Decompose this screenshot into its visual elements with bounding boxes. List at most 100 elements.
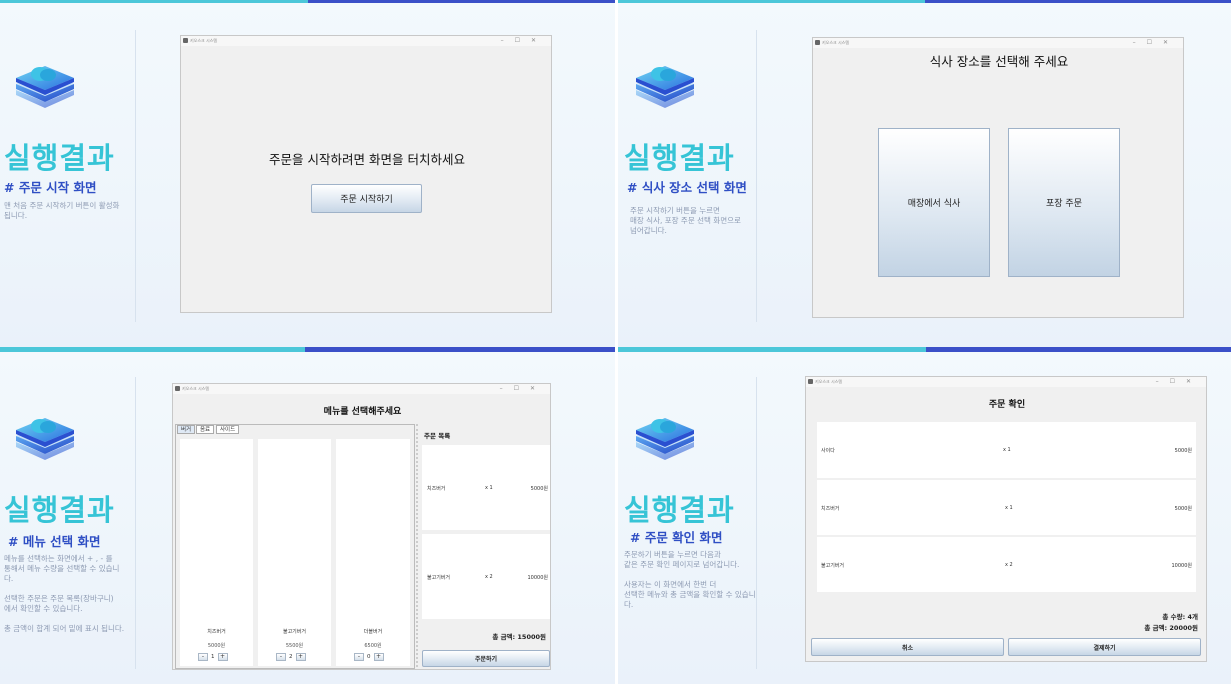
window-controls[interactable]: –☐✕ (1133, 39, 1179, 46)
panel-menu-select: 실행결과 # 메뉴 선택 화면 메뉴를 선택하는 화면에서 + , - 를 통해… (0, 352, 615, 684)
menu-item-price: 6500원 (364, 643, 382, 649)
section-subtitle: # 주문 확인 화면 (630, 530, 723, 545)
increment-button[interactable]: + (217, 653, 228, 661)
pay-button[interactable]: 결제하기 (1008, 638, 1201, 656)
result-title: 실행결과 (4, 495, 115, 527)
panel-dining-select: 실행결과 # 식사 장소 선택 화면 주문 시작하기 버튼을 누르면 매장 식사… (618, 0, 1231, 347)
app-icon (815, 40, 820, 45)
window-title: 키오스크 시스템 (822, 40, 850, 45)
decrement-button[interactable]: - (198, 653, 208, 661)
confirm-title: 주문 확인 (988, 400, 1026, 410)
app-icon (808, 379, 813, 384)
quantity-stepper: - 2 + (276, 653, 306, 661)
order-list-item: 불고기버거 x 2 10000원 (422, 534, 550, 619)
window-titlebar: 키오스크 시스템 –☐✕ (181, 36, 551, 46)
quantity-value: 2 (289, 654, 293, 660)
panel-order-confirm: 실행결과 # 주문 확인 화면 주문하기 버튼을 누르면 다음과 같은 주문 확… (618, 352, 1231, 684)
confirm-item-price: 5000원 (1174, 448, 1192, 454)
confirm-item-price: 10000원 (1171, 563, 1192, 569)
confirm-item-name: 치즈버거 (821, 506, 840, 512)
stacked-layers-logo-icon (632, 62, 698, 124)
stacked-layers-logo-icon (632, 414, 698, 476)
section-description: 주문하기 버튼을 누르면 다음과 같은 주문 확인 페이지로 넘어갑니다. 사용… (624, 550, 756, 609)
kiosk-window: 키오스크 시스템 –☐✕ 주문 확인 사이다 x 1 5000원 치즈버거 x … (805, 376, 1207, 662)
decrement-button[interactable]: - (276, 653, 286, 661)
tab-side[interactable]: 사이드 (216, 425, 240, 434)
section-subtitle: # 메뉴 선택 화면 (8, 534, 101, 549)
window-titlebar: 키오스크 시스템 –☐✕ (813, 38, 1183, 48)
takeout-button[interactable]: 포장 주문 (1008, 128, 1120, 277)
window-titlebar: 키오스크 시스템 –☐✕ (806, 377, 1206, 387)
panel-divider-vertical (615, 0, 618, 684)
menu-card-doubleburger[interactable]: 더블버거 6500원 - 0 + (336, 439, 410, 666)
kiosk-window: 키오스크 시스템 –☐✕ 메뉴를 선택해주세요 버거 음료 사이드 치즈버거 5… (172, 383, 551, 670)
confirm-item-name: 불고기버거 (821, 563, 845, 569)
divider (135, 377, 136, 669)
confirm-item-qty: x 2 (1005, 562, 1013, 568)
section-description: 맨 처음 주문 시작하기 버튼이 활성화 됩니다. (4, 201, 120, 220)
order-item-qty: x 1 (485, 485, 493, 491)
order-item-price: 5000원 (530, 486, 548, 492)
start-order-button[interactable]: 주문 시작하기 (311, 184, 422, 213)
increment-button[interactable]: + (295, 653, 306, 661)
order-list-title: 주문 목록 (424, 432, 451, 440)
menu-item-price: 5000원 (207, 643, 226, 649)
window-controls[interactable]: –☐✕ (1156, 378, 1202, 385)
menu-item-name: 불고기버거 (282, 629, 306, 635)
increment-button[interactable]: + (373, 653, 384, 661)
divider (756, 377, 757, 669)
menu-item-name: 치즈버거 (207, 629, 226, 635)
start-prompt: 주문을 시작하려면 화면을 터치하세요 (269, 152, 465, 167)
menu-title: 메뉴를 선택해주세요 (323, 407, 402, 417)
order-item-name: 불고기버거 (427, 575, 451, 581)
order-item-name: 치즈버거 (427, 486, 446, 492)
window-controls[interactable]: –☐✕ (501, 37, 547, 44)
order-panel: 주문 목록 치즈버거 x 1 5000원 불고기버거 x 2 10000원 총 … (416, 424, 550, 669)
kiosk-window: 키오스크 시스템 –☐✕ 식사 장소를 선택해 주세요 매장에서 식사 포장 주… (812, 37, 1184, 318)
panel-start-screen: 실행결과 # 주문 시작 화면 맨 처음 주문 시작하기 버튼이 활성화 됩니다… (0, 0, 615, 347)
quantity-value: 1 (211, 654, 215, 660)
divider (756, 30, 757, 322)
menu-card-cheeseburger[interactable]: 치즈버거 5000원 - 1 + (180, 439, 253, 666)
section-subtitle: # 주문 시작 화면 (4, 180, 97, 195)
confirm-item-row: 불고기버거 x 2 10000원 (817, 537, 1196, 592)
window-controls[interactable]: –☐✕ (500, 385, 546, 392)
confirm-item-price: 5000원 (1174, 506, 1192, 512)
decrement-button[interactable]: - (354, 653, 364, 661)
stacked-layers-logo-icon (12, 62, 78, 124)
window-title: 키오스크 시스템 (182, 386, 210, 391)
order-item-price: 10000원 (527, 575, 548, 581)
window-title: 키오스크 시스템 (190, 38, 218, 43)
app-icon (175, 386, 180, 391)
order-item-qty: x 2 (485, 574, 493, 580)
total-quantity: 총 수량: 4개 (1162, 613, 1198, 621)
result-title: 실행결과 (624, 143, 735, 175)
confirm-item-row: 치즈버거 x 1 5000원 (817, 480, 1196, 535)
menu-item-price: 5500원 (285, 643, 304, 649)
confirm-item-qty: x 1 (1005, 505, 1013, 511)
result-title: 실행결과 (4, 143, 115, 175)
section-subtitle: # 식사 장소 선택 화면 (627, 180, 747, 195)
window-title: 키오스크 시스템 (815, 379, 843, 384)
stacked-layers-logo-icon (12, 414, 78, 476)
menu-card-bulgogiburger[interactable]: 불고기버거 5500원 - 2 + (258, 439, 331, 666)
menu-tabs-area: 버거 음료 사이드 치즈버거 5000원 - 1 + 불고기버거 5500원 -… (175, 424, 415, 669)
order-list-item: 치즈버거 x 1 5000원 (422, 445, 550, 530)
confirm-item-row: 사이다 x 1 5000원 (817, 422, 1196, 478)
tab-burger[interactable]: 버거 (177, 425, 196, 434)
menu-item-name: 더블버거 (363, 629, 383, 635)
total-amount: 총 금액: 20000원 (1144, 624, 1198, 632)
divider (135, 30, 136, 322)
panel-divider-horizontal (0, 347, 1231, 352)
dine-in-button[interactable]: 매장에서 식사 (878, 128, 990, 277)
tab-drink[interactable]: 음료 (196, 425, 215, 434)
confirm-item-qty: x 1 (1003, 447, 1011, 453)
order-total: 총 금액: 15000원 (492, 633, 546, 641)
kiosk-window: 키오스크 시스템 –☐✕ 주문을 시작하려면 화면을 터치하세요 주문 시작하기 (180, 35, 552, 313)
confirm-item-name: 사이다 (821, 448, 835, 454)
cancel-button[interactable]: 취소 (811, 638, 1004, 656)
place-order-button[interactable]: 주문하기 (422, 650, 550, 667)
quantity-stepper: - 1 + (198, 653, 228, 661)
section-description: 주문 시작하기 버튼을 누르면 매장 식사, 포장 주문 선택 화면으로 넘어갑… (630, 206, 741, 235)
dining-title: 식사 장소를 선택해 주세요 (929, 54, 1069, 69)
